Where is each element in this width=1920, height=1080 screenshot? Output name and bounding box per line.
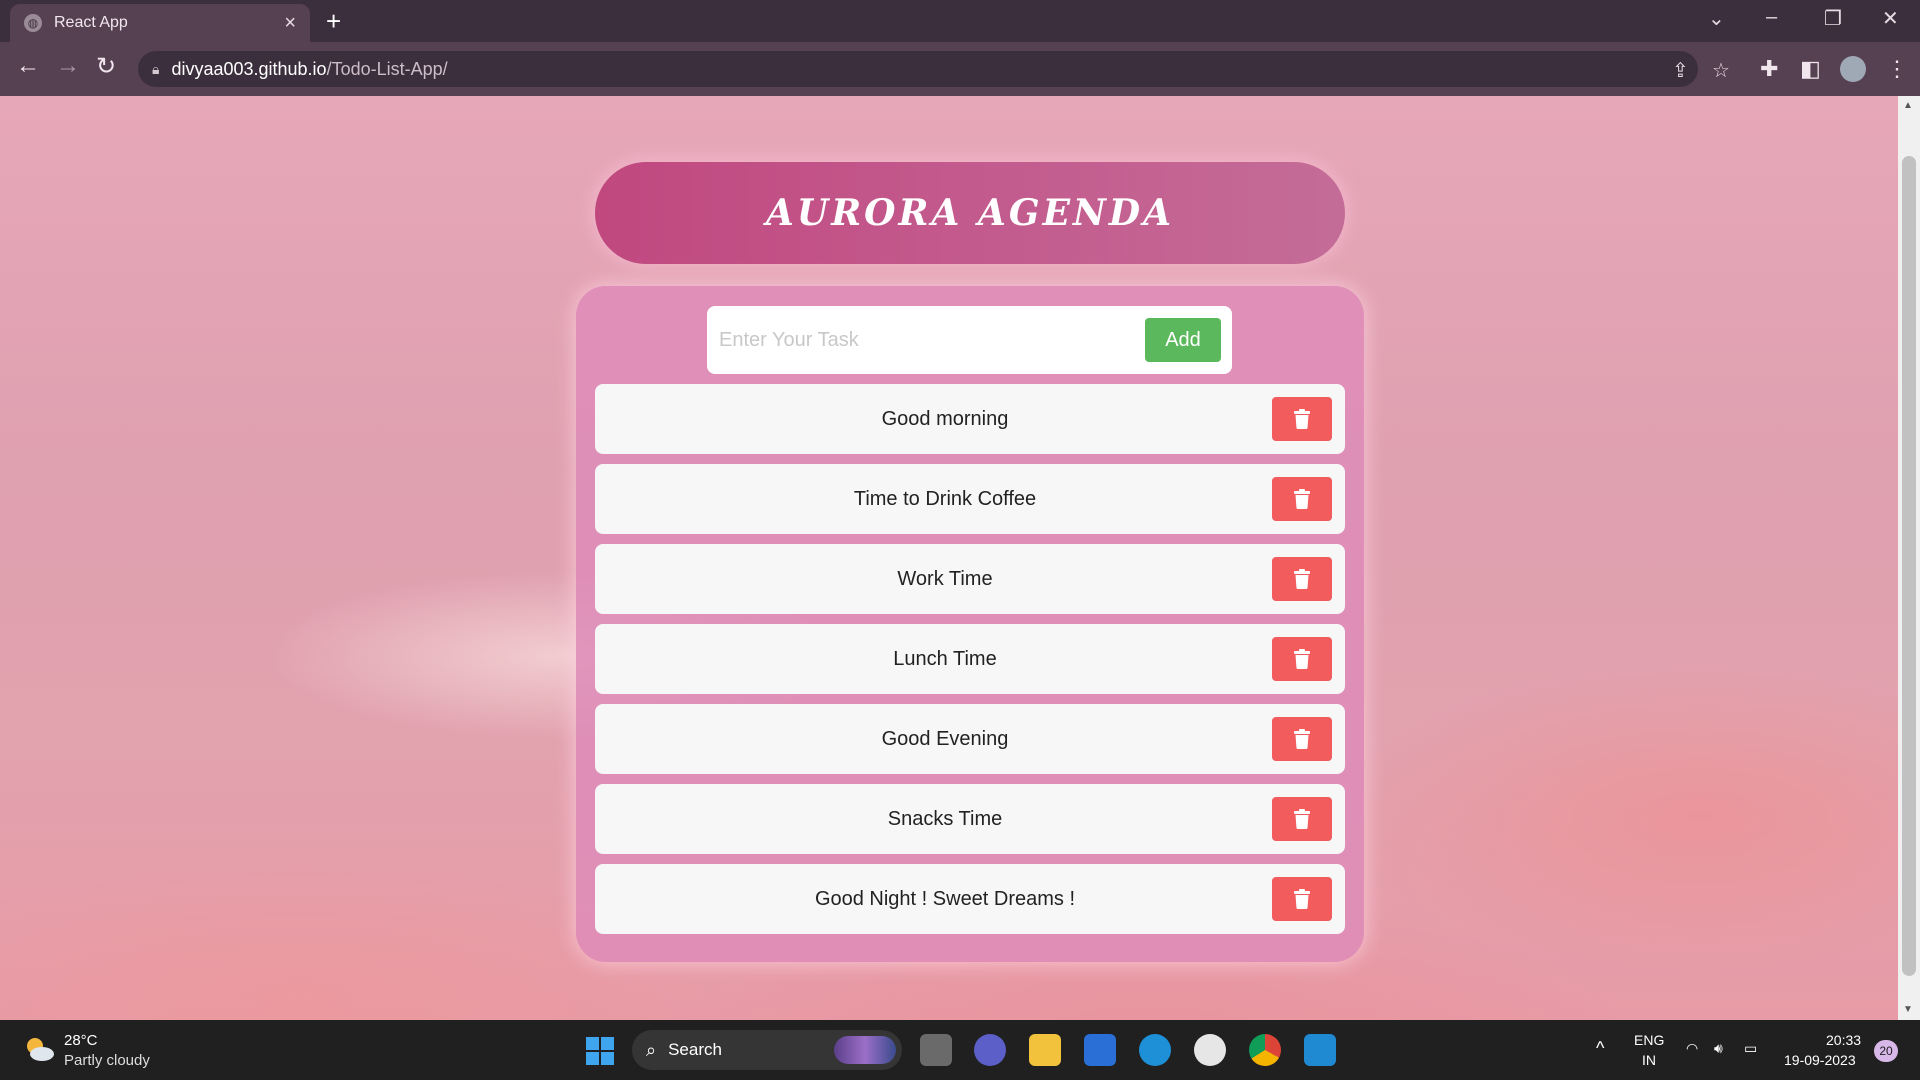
scrollbar[interactable]: ▲ ▼ [1898, 96, 1920, 1020]
add-button[interactable]: Add [1145, 318, 1221, 362]
delete-task-button[interactable] [1272, 797, 1332, 841]
task-text: Good Night ! Sweet Dreams ! [814, 887, 1076, 910]
task-text: Good morning [881, 407, 1009, 430]
delete-task-button[interactable] [1272, 557, 1332, 601]
taskbar-search[interactable]: ⌕ Search [632, 1030, 902, 1070]
task-item: Snacks Time [595, 784, 1345, 854]
trash-icon [1294, 569, 1310, 589]
get-help-icon[interactable] [1139, 1034, 1171, 1066]
tab-search-icon[interactable]: ⌄ [1708, 6, 1725, 31]
task-item: Good Night ! Sweet Dreams ! [595, 864, 1345, 934]
wifi-icon[interactable]: ◠ [1686, 1040, 1698, 1057]
clock-time[interactable]: 20:33 [1826, 1032, 1861, 1048]
globe-icon: ◍ [24, 14, 42, 32]
volume-icon[interactable]: 🔊︎ [1714, 1040, 1723, 1057]
minimize-icon[interactable]: – [1766, 6, 1777, 29]
browser-tab[interactable]: ◍ React App × [10, 4, 310, 42]
bookmark-star-icon[interactable]: ☆ [1712, 58, 1730, 83]
clock-date[interactable]: 19-09-2023 [1784, 1052, 1856, 1068]
app-title: AURORA AGENDA [765, 192, 1175, 234]
weather-description: Partly cloudy [64, 1052, 150, 1069]
delete-task-button[interactable] [1272, 717, 1332, 761]
trash-icon [1294, 729, 1310, 749]
github-desktop-icon[interactable] [1194, 1034, 1226, 1066]
task-text: Work Time [897, 567, 993, 590]
scroll-down-icon[interactable]: ▼ [1903, 1004, 1913, 1015]
new-tab-button[interactable]: + [326, 6, 341, 37]
task-text: Time to Drink Coffee [853, 487, 1037, 510]
windows-start-icon[interactable] [586, 1037, 614, 1065]
trash-icon [1294, 409, 1310, 429]
task-view-icon[interactable] [920, 1034, 952, 1066]
share-icon[interactable]: ⇪ [1672, 58, 1689, 83]
restore-icon[interactable]: ❐ [1824, 6, 1842, 31]
show-hidden-icons-icon[interactable]: ^ [1596, 1038, 1604, 1059]
menu-icon[interactable]: ⋮ [1886, 56, 1908, 82]
notification-badge[interactable]: 20 [1874, 1040, 1898, 1062]
trash-icon [1294, 649, 1310, 669]
tab-title: React App [54, 14, 128, 31]
todo-card: Add Good morning Time to Drink Coffee Work… [576, 286, 1364, 962]
search-icon: ⌕ [646, 1039, 657, 1060]
address-bar[interactable]: 🔒︎ divyaa003.github.io/Todo-List-App/ [138, 51, 1698, 87]
search-highlight-image [834, 1036, 896, 1064]
task-list: Good morning Time to Drink Coffee Work Tim… [595, 384, 1345, 944]
task-input[interactable] [719, 320, 1119, 360]
trash-icon [1294, 489, 1310, 509]
browser-tab-bar: ◍ React App × + ⌄ – ❐ ✕ [0, 0, 1920, 42]
partly-cloudy-icon[interactable] [22, 1034, 56, 1064]
battery-icon[interactable]: ▭ [1744, 1040, 1757, 1057]
page-viewport: AURORA AGENDA Add Good morning Time to Dr… [0, 96, 1898, 1020]
task-item: Time to Drink Coffee [595, 464, 1345, 534]
chrome-icon[interactable] [1249, 1034, 1281, 1066]
delete-task-button[interactable] [1272, 877, 1332, 921]
task-item: Good Evening [595, 704, 1345, 774]
vscode-icon[interactable] [1304, 1034, 1336, 1066]
close-tab-icon[interactable]: × [284, 12, 296, 35]
trash-icon [1294, 889, 1310, 909]
file-explorer-icon[interactable] [1029, 1034, 1061, 1066]
reload-icon[interactable]: ↻ [96, 52, 116, 81]
lock-icon[interactable]: 🔒︎ [152, 61, 159, 78]
search-label: Search [668, 1040, 722, 1059]
side-panel-icon[interactable]: ◧ [1800, 56, 1821, 82]
teams-chat-icon[interactable] [974, 1034, 1006, 1066]
profile-avatar[interactable] [1840, 56, 1866, 82]
forward-icon[interactable]: → [56, 52, 80, 80]
url-host: divyaa003.github.io [171, 58, 327, 79]
delete-task-button[interactable] [1272, 477, 1332, 521]
delete-task-button[interactable] [1272, 637, 1332, 681]
language-line1[interactable]: ENG [1634, 1032, 1664, 1048]
extensions-icon[interactable]: ✚ [1760, 56, 1778, 82]
task-text: Lunch Time [893, 647, 997, 670]
task-input-container: Add [707, 306, 1232, 374]
scrollbar-thumb[interactable] [1902, 156, 1916, 976]
trash-icon [1294, 809, 1310, 829]
language-line2[interactable]: IN [1642, 1052, 1656, 1068]
os-taskbar: 28°C Partly cloudy ⌕ Search ^ ENG IN ◠ 🔊… [0, 1020, 1920, 1080]
task-text: Snacks Time [887, 807, 1003, 830]
task-item: Good morning [595, 384, 1345, 454]
task-item: Work Time [595, 544, 1345, 614]
microsoft-store-icon[interactable] [1084, 1034, 1116, 1066]
scroll-up-icon[interactable]: ▲ [1903, 100, 1913, 111]
app-header: AURORA AGENDA [595, 162, 1345, 264]
task-text: Good Evening [881, 727, 1009, 750]
delete-task-button[interactable] [1272, 397, 1332, 441]
weather-temperature: 28°C [64, 1032, 98, 1049]
task-item: Lunch Time [595, 624, 1345, 694]
url-path: /Todo-List-App/ [326, 58, 448, 79]
close-window-icon[interactable]: ✕ [1882, 6, 1899, 31]
back-icon[interactable]: ← [16, 52, 40, 80]
